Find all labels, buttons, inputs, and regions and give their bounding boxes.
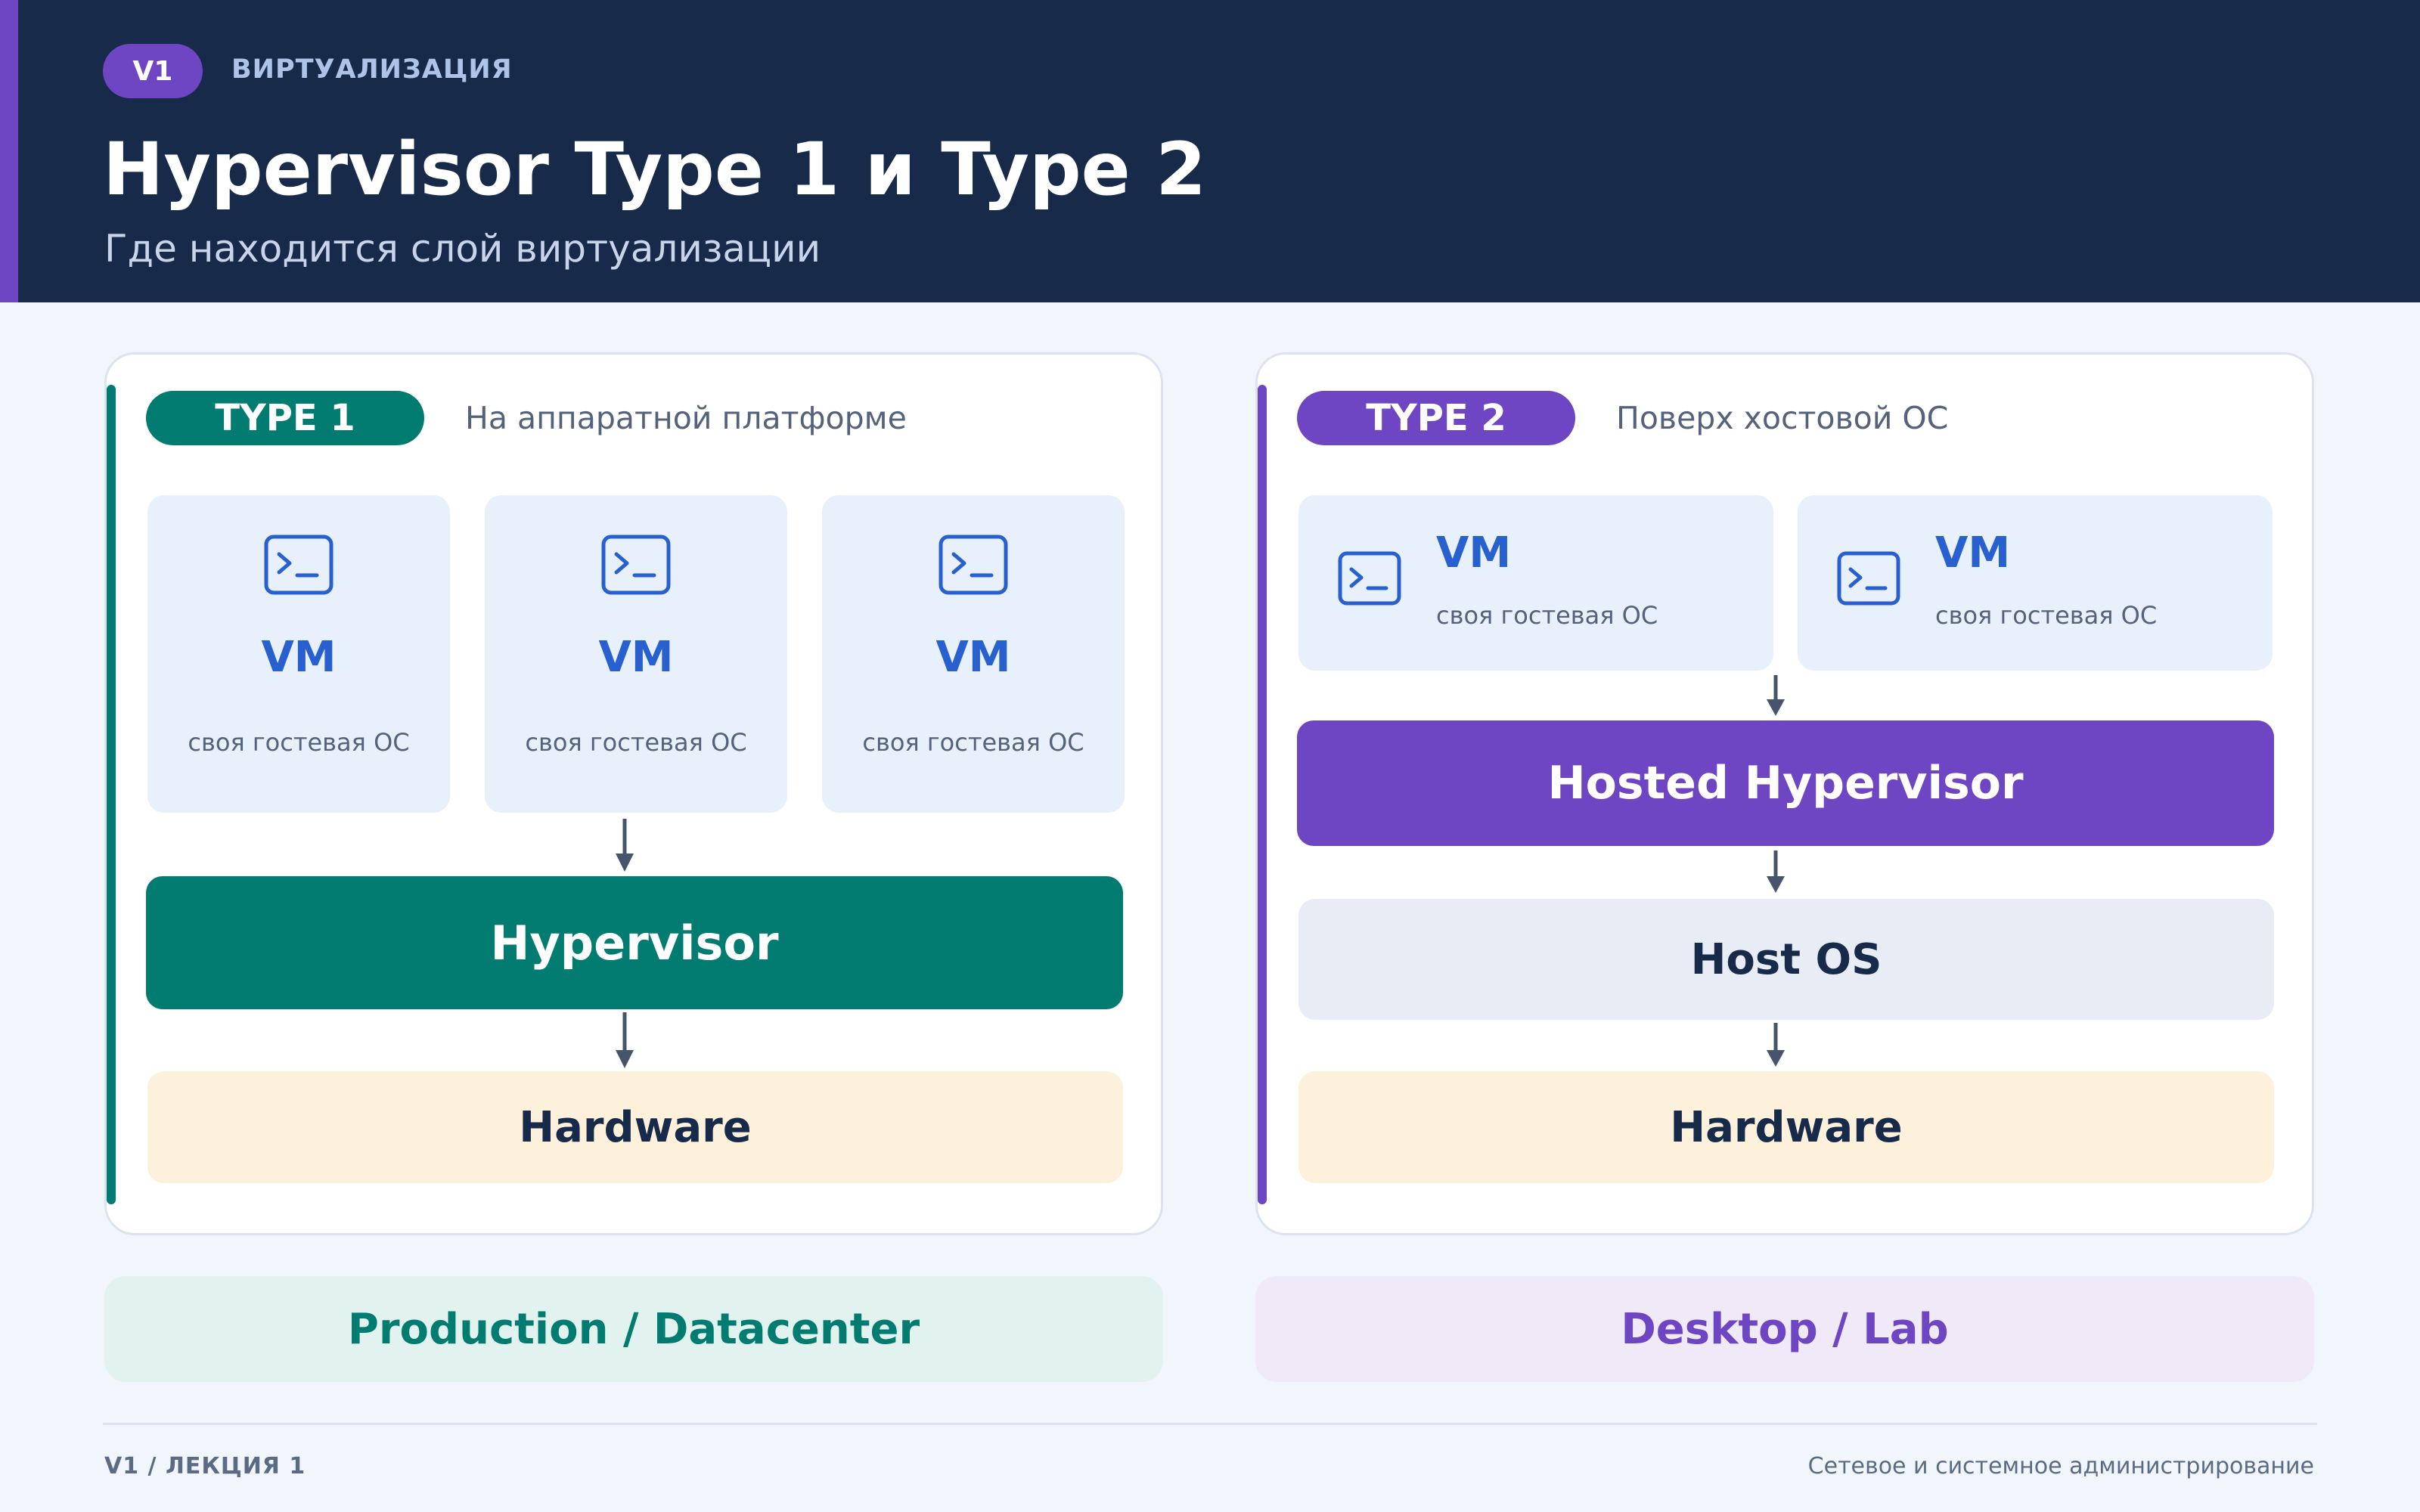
footer-course: Сетевое и системное администрирование: [1807, 1453, 2314, 1479]
terminal-icon: [264, 534, 334, 595]
arrow-down-icon: [616, 819, 634, 872]
terminal-icon: [1338, 551, 1401, 606]
type1-vm-card: VM своя гостевая ОС: [147, 495, 450, 813]
header-accent-bar: [0, 0, 18, 302]
vm-label: VM: [261, 633, 337, 682]
type2-usage-label: Desktop / Lab: [1255, 1276, 2314, 1382]
hypervisor-layer: Hypervisor: [146, 876, 1123, 1009]
terminal-icon: [939, 534, 1008, 595]
vm-label: VM: [1436, 528, 1512, 578]
vm-guest-os: своя гостевая ОС: [525, 728, 747, 757]
type1-vm-card: VM своя гостевая ОС: [485, 495, 787, 813]
header: V1 ВИРТУАЛИЗАЦИЯ Hypervisor Type 1 и Typ…: [0, 0, 2420, 302]
arrow-down-icon: [1767, 850, 1785, 893]
type1-usage-label: Production / Datacenter: [104, 1276, 1163, 1382]
type2-vm-card: VM своя гостевая ОС: [1298, 495, 1773, 671]
type1-accent-bar: [107, 385, 116, 1204]
footer-divider: [103, 1423, 2317, 1425]
host-os-layer: Host OS: [1298, 899, 2274, 1020]
section-kicker: ВИРТУАЛИЗАЦИЯ: [231, 54, 513, 85]
type2-pill: TYPE 2: [1297, 391, 1575, 445]
type1-pill: TYPE 1: [146, 391, 424, 445]
vm-label: VM: [935, 633, 1011, 682]
type1-vm-card: VM своя гостевая ОС: [822, 495, 1125, 813]
type2-accent-bar: [1258, 385, 1267, 1204]
page-title: Hypervisor Type 1 и Type 2: [103, 127, 1206, 212]
type1-panel: TYPE 1 На аппаратной платформе VM своя г…: [104, 352, 1163, 1235]
hosted-hypervisor-layer: Hosted Hypervisor: [1297, 720, 2274, 846]
vm-guest-os: своя гостевая ОС: [862, 728, 1084, 757]
type2-description: Поверх хостовой ОС: [1616, 400, 1949, 436]
type1-description: На аппаратной платформе: [465, 400, 907, 436]
terminal-icon: [601, 534, 671, 595]
arrow-down-icon: [616, 1012, 634, 1068]
terminal-icon: [1837, 551, 1900, 606]
arrow-down-icon: [1767, 675, 1785, 716]
hardware-layer: Hardware: [147, 1071, 1123, 1183]
arrow-down-icon: [1767, 1023, 1785, 1067]
vm-label: VM: [598, 633, 674, 682]
hardware-layer: Hardware: [1298, 1071, 2274, 1183]
page-subtitle: Где находится слой виртуализации: [104, 227, 821, 271]
type2-panel: TYPE 2 Поверх хостовой ОС VM своя гостев…: [1255, 352, 2314, 1235]
module-badge: V1: [103, 44, 203, 98]
vm-guest-os: своя гостевая ОС: [188, 728, 410, 757]
vm-label: VM: [1935, 528, 2011, 578]
footer-lecture: V1 / ЛЕКЦИЯ 1: [104, 1453, 306, 1479]
vm-guest-os: своя гостевая ОС: [1436, 601, 1658, 630]
type2-vm-card: VM своя гостевая ОС: [1798, 495, 2273, 671]
vm-guest-os: своя гостевая ОС: [1935, 601, 2158, 630]
